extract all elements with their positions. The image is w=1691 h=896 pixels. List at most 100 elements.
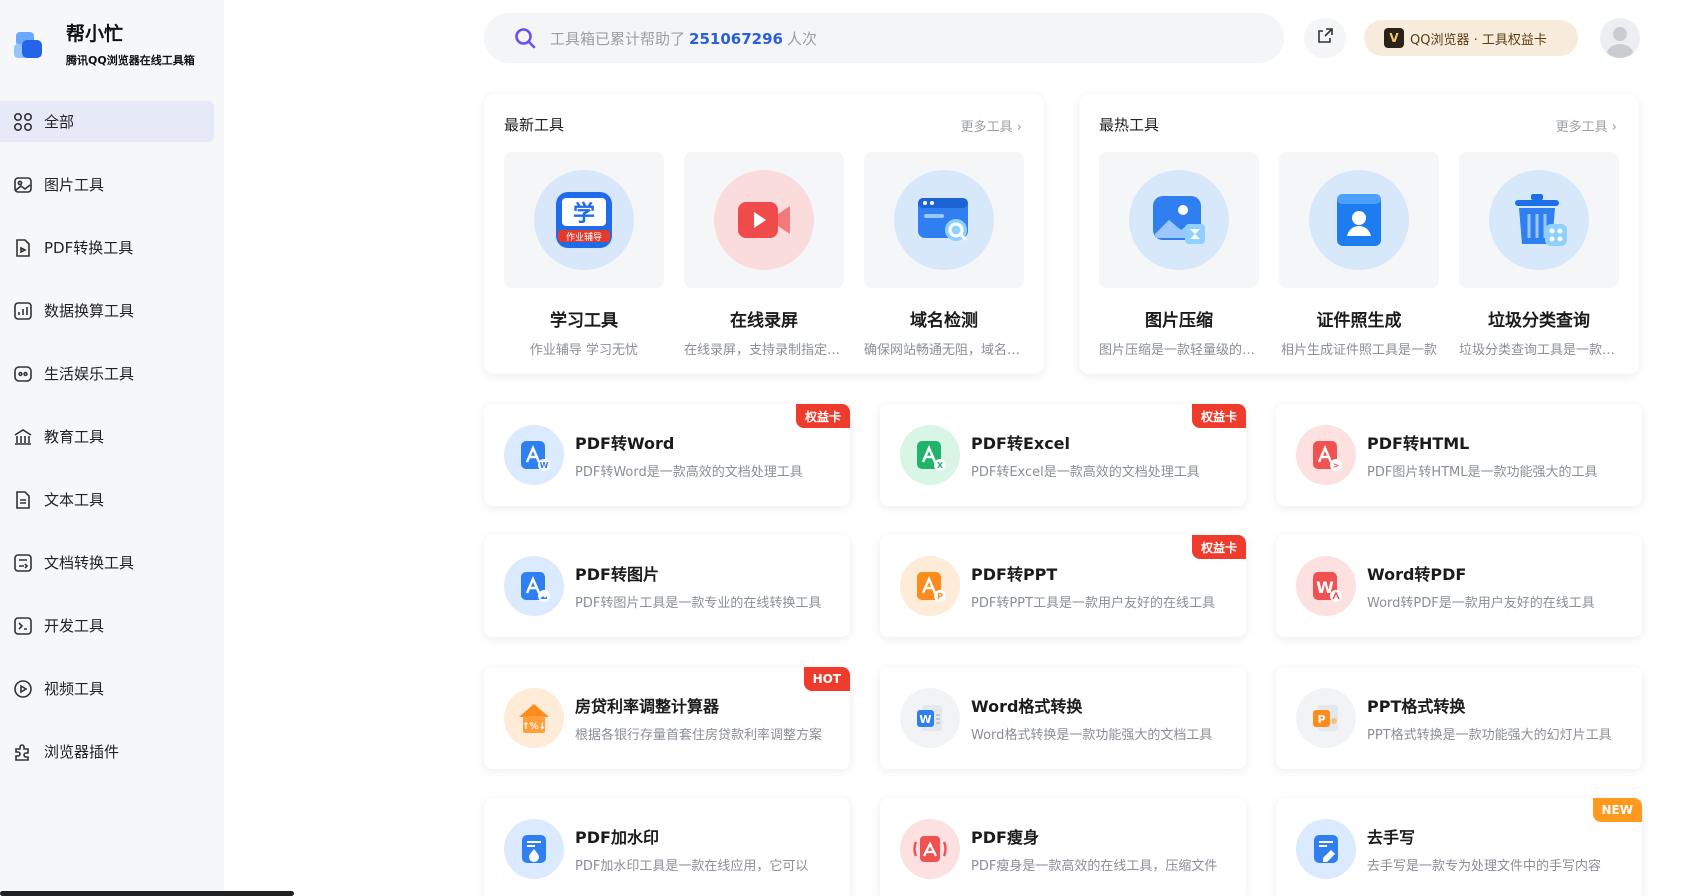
featured-tool-study[interactable]: 学作业辅导 学习工具 作业辅导 学习无忧 xyxy=(504,152,664,358)
tool-name: Word转PDF xyxy=(1367,565,1467,584)
pdf-watermark-icon xyxy=(504,819,564,879)
tool-card-word-format[interactable]: W Word格式转换 Word格式转换是一款功能强大的文档工具 xyxy=(880,667,1246,769)
sidebar-item-label: 教育工具 xyxy=(44,428,105,446)
ppt-format-icon: P xyxy=(1296,688,1356,748)
word-to-pdf-icon: W xyxy=(1296,556,1356,616)
tool-card-remove-handwriting[interactable]: 去手写 去手写是一款专为处理文件中的手写内容 NEW xyxy=(1276,798,1642,896)
share-button[interactable] xyxy=(1304,18,1346,58)
education-icon xyxy=(13,427,33,447)
latest-tools-panel: 最新工具 更多工具 › 学作业辅导 学习工具 作业辅导 学习无忧 在线录屏 在线… xyxy=(484,94,1044,374)
svg-text:>: > xyxy=(1333,461,1340,470)
tool-card-pdf-compress[interactable]: PDF瘦身 PDF瘦身是一款高效的在线工具，压缩文件 xyxy=(880,798,1246,896)
search-bar[interactable]: 工具箱已累计帮助了 251067296 人次 xyxy=(484,13,1284,63)
benefit-card-badge: 权益卡 xyxy=(795,404,850,428)
tool-card-pdf-to-image[interactable]: PDF转图片 PDF转图片工具是一款专业的在线转换工具 xyxy=(484,535,850,637)
tool-card-pdf-to-word[interactable]: W PDF转Word PDF转Word是一款高效的文档处理工具 权益卡 xyxy=(484,404,850,506)
tool-name: PDF转图片 xyxy=(575,565,659,584)
tool-card-word-to-pdf[interactable]: W Word转PDF Word转PDF是一款用户友好的在线工具 xyxy=(1276,535,1642,637)
tool-name: PDF转Word xyxy=(575,434,675,453)
tool-desc: PDF转Excel是一款高效的文档处理工具 xyxy=(971,465,1200,480)
sidebar-item-label: 全部 xyxy=(44,113,75,131)
tool-card-ppt-format[interactable]: P PPT格式转换 PPT格式转换是一款功能强大的幻灯片工具 xyxy=(1276,667,1642,769)
featured-tool-domain-check[interactable]: 域名检测 确保网站畅通无阻，域名检测 xyxy=(864,152,1024,358)
sidebar-item-browser-plugins[interactable]: 浏览器插件 xyxy=(0,731,214,772)
featured-tool-desc: 确保网站畅通无阻，域名检测 xyxy=(864,343,1024,358)
featured-tool-image-compress[interactable]: 图片压缩 图片压缩是一款轻量级的工具 xyxy=(1099,152,1259,358)
sidebar-item-all[interactable]: 全部 xyxy=(0,101,214,142)
tool-desc: 去手写是一款专为处理文件中的手写内容 xyxy=(1367,859,1602,874)
sidebar-item-label: PDF转换工具 xyxy=(44,239,134,257)
word-format-icon: W xyxy=(900,688,960,748)
svg-text:作业辅导: 作业辅导 xyxy=(566,231,602,243)
sidebar-item-video-tools[interactable]: 视频工具 xyxy=(0,668,214,709)
pdf-to-html-icon: > xyxy=(1296,425,1356,485)
sidebar-nav: 全部 图片工具 PDF转换工具 数据换算工具 生活娱乐工具 教育工具 文本工具 … xyxy=(0,101,224,794)
sidebar-item-label: 开发工具 xyxy=(44,617,105,635)
qq-browser-badge[interactable]: V QQ浏览器 · 工具权益卡 xyxy=(1364,20,1578,56)
tool-desc: Word转PDF是一款用户友好的在线工具 xyxy=(1367,596,1595,611)
featured-tool-trash-sort[interactable]: 垃圾分类查询 垃圾分类查询工具是一款实用 xyxy=(1459,152,1619,358)
tool-name: PDF加水印 xyxy=(575,828,659,847)
svg-text:↑%↓: ↑%↓ xyxy=(522,722,546,732)
brand-title: 帮小忙 xyxy=(66,23,124,45)
pdf-to-excel-icon: X xyxy=(900,425,960,485)
mortgage-icon: ↑%↓ xyxy=(504,688,564,748)
tool-desc: Word格式转换是一款功能强大的文档工具 xyxy=(971,728,1213,743)
svg-text:P: P xyxy=(1317,713,1325,726)
tool-name: Word格式转换 xyxy=(971,697,1083,716)
brand[interactable]: 帮小忙 腾讯QQ浏览器在线工具箱 xyxy=(14,22,195,68)
pdf-icon xyxy=(13,238,33,258)
terminal-icon xyxy=(13,616,33,636)
featured-tool-name: 在线录屏 xyxy=(730,311,798,331)
pdf-compress-icon xyxy=(900,819,960,879)
homework-icon: 学作业辅导 xyxy=(534,170,634,270)
panel-title: 最热工具 xyxy=(1099,116,1160,134)
tool-name: PPT格式转换 xyxy=(1367,697,1466,716)
grid-icon xyxy=(13,112,33,132)
more-tools-link[interactable]: 更多工具 › xyxy=(961,116,1022,135)
benefit-card-badge: 权益卡 xyxy=(1191,535,1246,559)
tool-card-pdf-watermark[interactable]: PDF加水印 PDF加水印工具是一款在线应用，它可以 xyxy=(484,798,850,896)
panel-title: 最新工具 xyxy=(504,116,565,134)
tool-name: PDF转PPT xyxy=(971,565,1058,584)
brand-logo-icon xyxy=(14,30,44,64)
tool-card-pdf-to-ppt[interactable]: P PDF转PPT PDF转PPT工具是一款用户友好的在线工具 权益卡 xyxy=(880,535,1246,637)
screen-record-icon xyxy=(714,170,814,270)
sidebar-item-image-tools[interactable]: 图片工具 xyxy=(0,164,214,205)
avatar[interactable] xyxy=(1600,18,1640,58)
sidebar-item-doc-convert[interactable]: 文档转换工具 xyxy=(0,542,214,583)
sidebar-item-entertainment[interactable]: 生活娱乐工具 xyxy=(0,353,214,394)
sidebar-item-education[interactable]: 教育工具 xyxy=(0,416,214,457)
featured-tool-id-photo[interactable]: 证件照生成 相片生成证件照工具是一款 xyxy=(1279,152,1439,358)
tool-card-pdf-to-html[interactable]: > PDF转HTML PDF图片转HTML是一款功能强大的工具 xyxy=(1276,404,1642,506)
featured-tool-screen-record[interactable]: 在线录屏 在线录屏，支持录制指定区域 xyxy=(684,152,844,358)
featured-tool-desc: 作业辅导 学习无忧 xyxy=(529,343,639,358)
entertainment-icon xyxy=(13,364,33,384)
qq-browser-logo-icon: V xyxy=(1384,28,1404,48)
horizontal-scrollbar[interactable] xyxy=(0,891,294,896)
tool-card-pdf-to-excel[interactable]: X PDF转Excel PDF转Excel是一款高效的文档处理工具 权益卡 xyxy=(880,404,1246,506)
tool-desc: PDF瘦身是一款高效的在线工具，压缩文件 xyxy=(971,859,1218,874)
sidebar-item-label: 生活娱乐工具 xyxy=(44,365,135,383)
image-compress-icon xyxy=(1129,170,1229,270)
id-photo-icon xyxy=(1309,170,1409,270)
tool-desc: PPT格式转换是一款功能强大的幻灯片工具 xyxy=(1367,728,1612,743)
tool-name: PDF转Excel xyxy=(971,434,1071,453)
tool-desc: PDF转Word是一款高效的文档处理工具 xyxy=(575,465,803,480)
featured-tool-name: 域名检测 xyxy=(910,311,978,331)
more-tools-link[interactable]: 更多工具 › xyxy=(1556,116,1617,135)
svg-text:W: W xyxy=(919,713,931,726)
plugin-icon xyxy=(13,742,33,762)
document-convert-icon xyxy=(13,553,33,573)
sidebar-item-dev-tools[interactable]: 开发工具 xyxy=(0,605,214,646)
tool-card-mortgage-calculator[interactable]: ↑%↓ 房贷利率调整计算器 根据各银行存量首套住房贷款利率调整方案 HOT xyxy=(484,667,850,769)
remove-handwriting-icon xyxy=(1296,819,1356,879)
featured-tool-desc: 在线录屏，支持录制指定区域 xyxy=(684,343,844,358)
svg-text:学: 学 xyxy=(573,201,595,227)
tool-name: 去手写 xyxy=(1367,828,1416,847)
sidebar-item-pdf-tools[interactable]: PDF转换工具 xyxy=(0,227,214,268)
sidebar-item-text-tools[interactable]: 文本工具 xyxy=(0,479,214,520)
sidebar-item-data-tools[interactable]: 数据换算工具 xyxy=(0,290,214,331)
brand-subtitle: 腾讯QQ浏览器在线工具箱 xyxy=(66,54,195,67)
qq-badge-label: QQ浏览器 · 工具权益卡 xyxy=(1410,32,1547,48)
